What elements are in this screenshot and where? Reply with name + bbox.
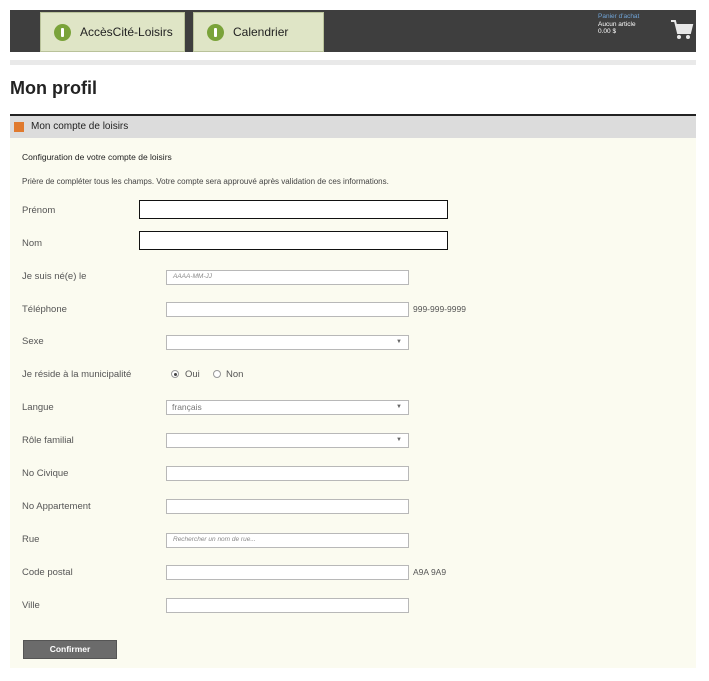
langue-value: français — [172, 402, 202, 412]
rue-placeholder: Rechercher un nom de rue... — [173, 536, 256, 543]
postal-format-hint: A9A 9A9 — [413, 567, 447, 577]
cart-title: Panier d'achat — [598, 13, 640, 20]
chevron-down-icon: ▼ — [396, 339, 402, 345]
birthdate-field[interactable]: AAAA-MM-JJ — [166, 270, 409, 285]
top-nav-bar: AccèsCité-Loisirs Calendrier Panier d'ac… — [10, 10, 696, 52]
rue-label: Rue — [22, 534, 40, 545]
panel-header: Mon compte de loisirs — [10, 116, 696, 138]
role-label: Rôle familial — [22, 435, 74, 446]
reside-non-radio[interactable] — [213, 370, 221, 378]
sexe-label: Sexe — [22, 336, 44, 347]
prenom-field[interactable] — [139, 200, 448, 219]
tab-calendrier[interactable]: Calendrier — [193, 12, 324, 52]
naissance-label: Je suis né(e) le — [22, 271, 87, 282]
leaf-circle-icon — [207, 23, 224, 41]
nom-field[interactable] — [139, 231, 448, 250]
postal-label: Code postal — [22, 567, 73, 578]
civique-field[interactable] — [166, 466, 409, 481]
telephone-format-hint: 999-999-9999 — [413, 304, 466, 314]
civique-label: No Civique — [22, 468, 69, 479]
langue-label: Langue — [22, 402, 54, 413]
section-title: Configuration de votre compte de loisirs — [22, 152, 172, 162]
reside-label: Je réside à la municipalité — [22, 369, 132, 380]
rue-field[interactable]: Rechercher un nom de rue... — [166, 533, 409, 548]
cart-total: 0.00 $ — [598, 28, 617, 35]
nom-label: Nom — [22, 238, 43, 249]
prenom-label: Prénom — [22, 205, 56, 216]
section-square-icon — [14, 122, 24, 132]
nav-shadow-divider — [10, 60, 696, 65]
tab-label: AccèsCité-Loisirs — [80, 25, 173, 39]
ville-label: Ville — [22, 600, 40, 611]
appartement-field[interactable] — [166, 499, 409, 514]
reside-oui-label: Oui — [185, 369, 200, 380]
telephone-label: Téléphone — [22, 304, 67, 315]
section-description: Prière de compléter tous les champs. Vot… — [22, 177, 389, 186]
leaf-circle-icon — [54, 23, 71, 41]
chevron-down-icon: ▼ — [396, 437, 402, 443]
reside-oui-radio[interactable] — [171, 370, 179, 378]
role-select[interactable]: ▼ — [166, 433, 409, 448]
postal-field[interactable] — [166, 565, 409, 580]
confirm-button[interactable]: Confirmer — [23, 640, 117, 659]
sexe-select[interactable]: ▼ — [166, 335, 409, 350]
ville-field[interactable] — [166, 598, 409, 613]
panel-title: Mon compte de loisirs — [31, 121, 129, 132]
tab-acces-cite-loisirs[interactable]: AccèsCité-Loisirs — [40, 12, 185, 52]
page-title: Mon profil — [10, 78, 97, 98]
cart-items: Aucun article — [598, 20, 636, 28]
langue-select[interactable]: français ▼ — [166, 400, 409, 415]
chevron-down-icon: ▼ — [396, 404, 402, 410]
telephone-field[interactable] — [166, 302, 409, 317]
appartement-label: No Appartement — [22, 501, 91, 512]
cart-summary[interactable]: Panier d'achat Aucun article 0.00 $ — [598, 13, 639, 36]
tab-label: Calendrier — [233, 25, 289, 39]
reside-non-label: Non — [226, 369, 244, 380]
birthdate-placeholder: AAAA-MM-JJ — [173, 273, 212, 280]
shopping-cart-icon[interactable] — [670, 18, 694, 42]
